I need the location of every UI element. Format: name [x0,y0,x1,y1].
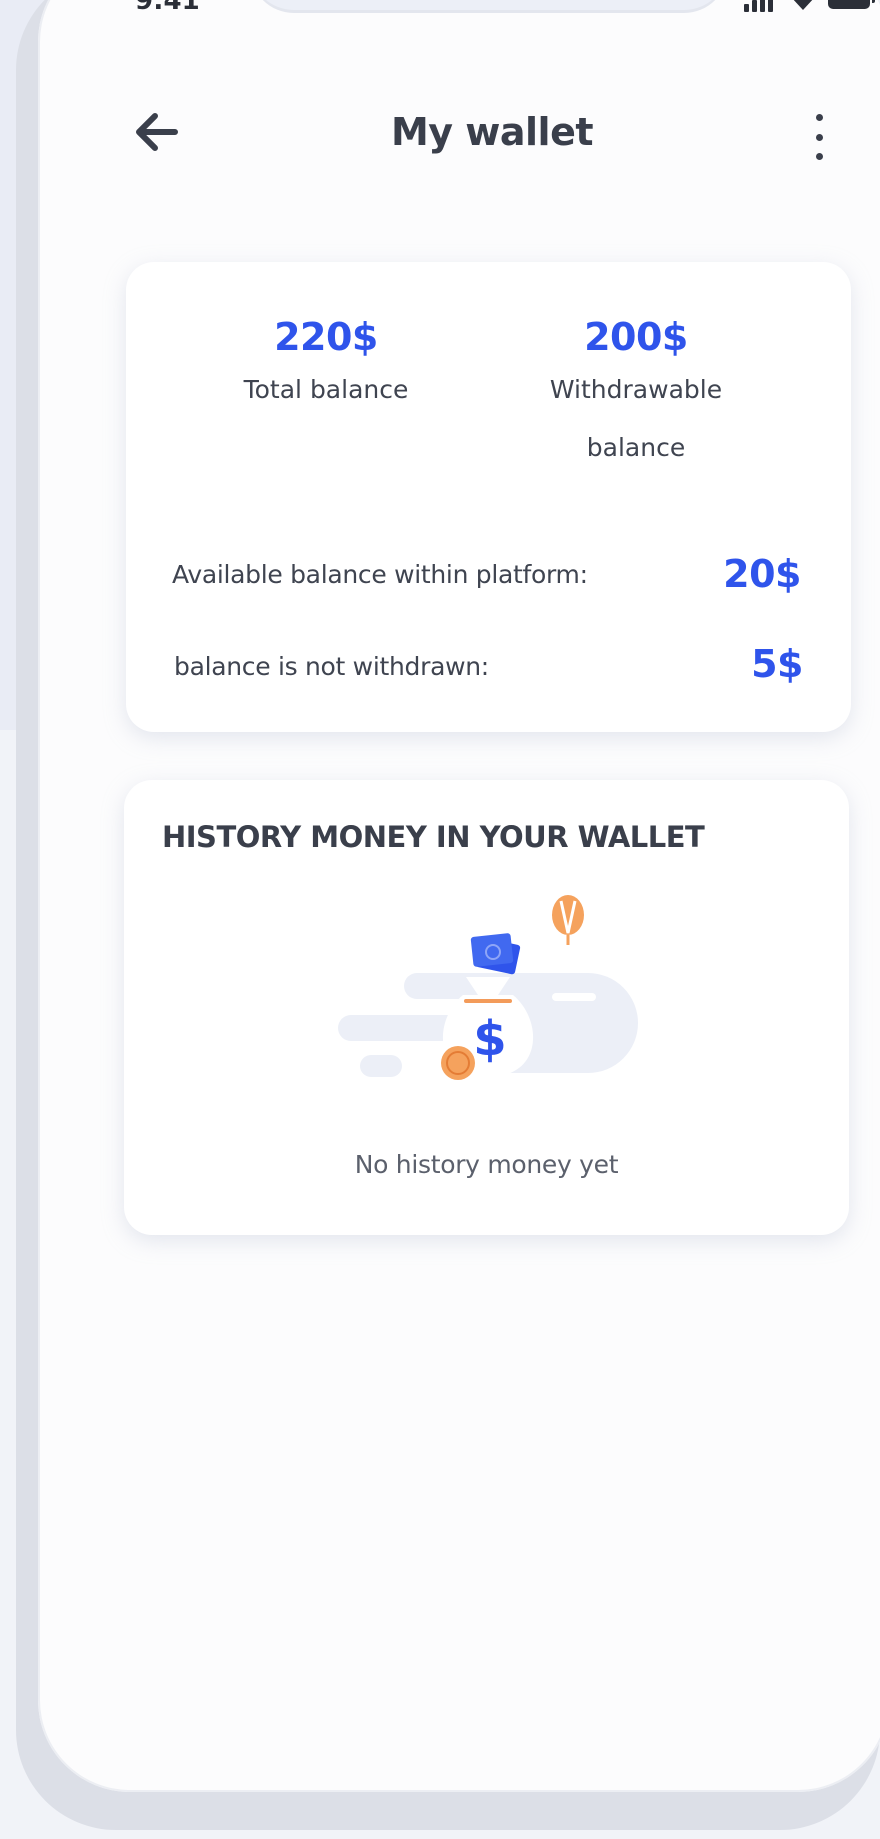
money-bag-illustration: $ [338,895,638,1080]
back-arrow-icon [136,113,178,151]
history-title: HISTORY MONEY IN YOUR WALLET [162,820,705,854]
status-time: 9:41 [135,0,200,16]
history-empty-text: No history money yet [354,1150,619,1179]
total-balance-label: Total balance [243,375,409,404]
withdrawable-balance-label-2: balance [586,433,686,462]
balloon-icon [552,895,584,945]
history-card: HISTORY MONEY IN YOUR WALLET $ No histor… [124,780,849,1235]
more-options-button[interactable] [800,110,838,164]
wifi-icon [793,0,813,10]
more-vertical-icon [815,114,823,121]
status-icons [744,0,878,12]
withdrawable-balance-value: 200$ [584,315,688,359]
not-withdrawn-value: 5$ [751,642,803,686]
total-balance-stat: 220$ Total balance [216,315,436,419]
battery-icon [828,0,870,9]
not-withdrawn-label: balance is not withdrawn: [174,652,489,681]
phone-screen: 9:41 My wallet 220$ Total balance 200$ W… [38,0,880,1792]
coin-icon [441,1046,475,1080]
phone-frame: 9:41 My wallet 220$ Total balance 200$ W… [16,0,880,1830]
svg-text:$: $ [473,1011,506,1067]
withdrawable-balance-stat: 200$ Withdrawable balance [526,315,746,477]
back-button[interactable] [132,108,180,156]
battery-tip [872,0,875,3]
total-balance-value: 220$ [274,315,378,359]
available-balance-value: 20$ [723,552,801,596]
available-balance-label: Available balance within platform: [172,560,588,589]
phone-notch [250,0,728,10]
page-title: My wallet [390,110,594,154]
withdrawable-balance-label: Withdrawable [549,375,723,404]
balance-card: 220$ Total balance 200$ Withdrawable bal… [126,262,851,732]
